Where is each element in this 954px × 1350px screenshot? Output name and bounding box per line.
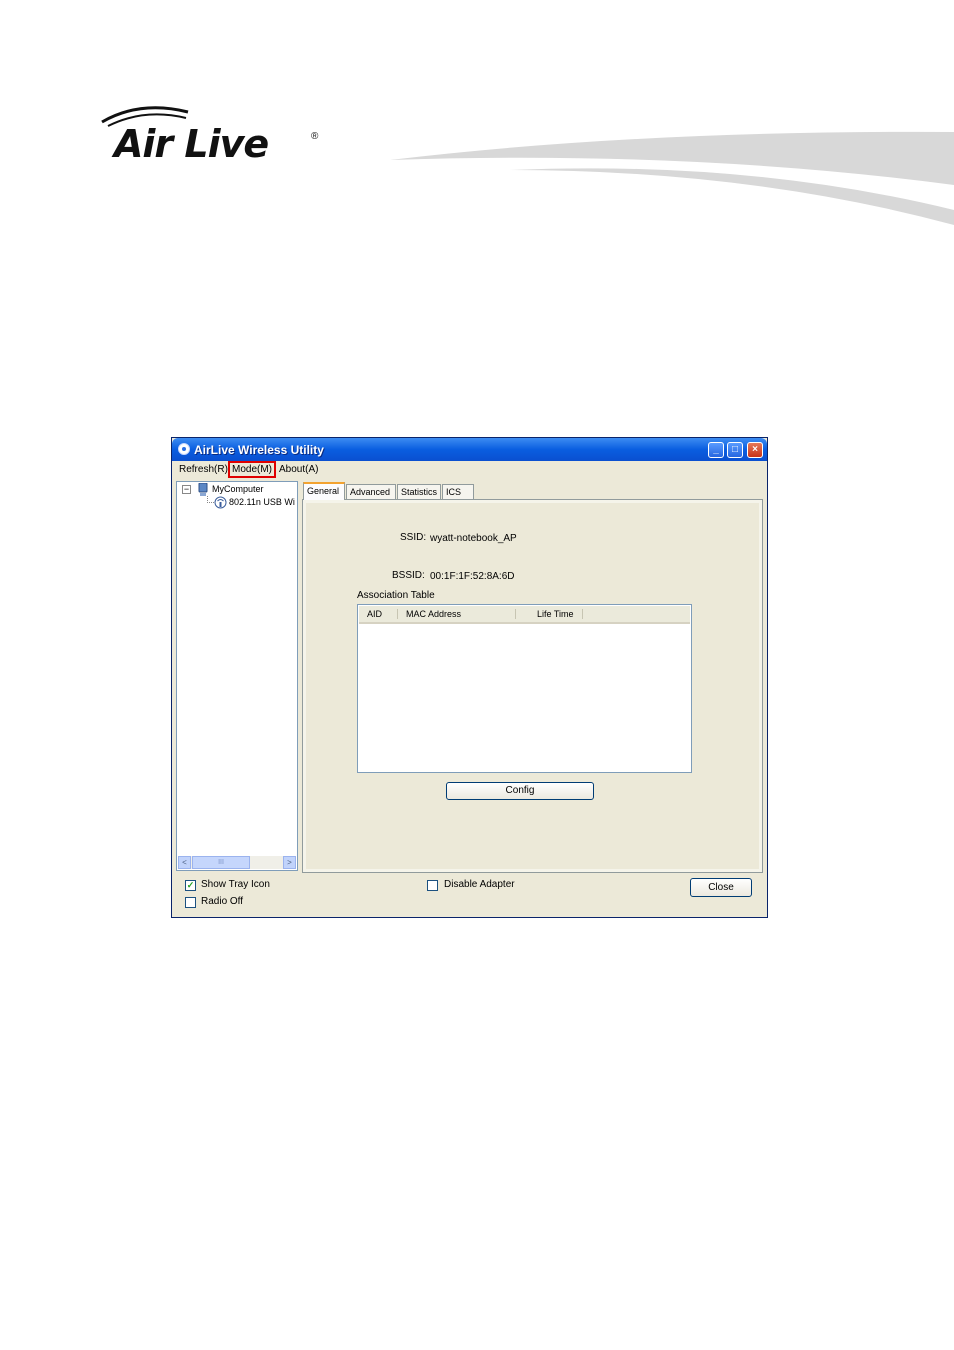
column-divider[interactable] — [582, 609, 583, 619]
tab-general[interactable]: General — [303, 482, 345, 500]
close-button[interactable]: Close — [690, 878, 752, 897]
tree-item-adapter[interactable]: 802.11n USB Wireless LAN Card — [229, 497, 295, 507]
scroll-left-icon[interactable]: < — [178, 856, 191, 869]
tree-connector-h — [207, 502, 214, 504]
bssid-label: BSSID: — [392, 570, 425, 581]
column-life-time[interactable]: Life Time — [537, 609, 574, 619]
tab-statistics[interactable]: Statistics — [397, 484, 441, 499]
ssid-value: wyatt-notebook_AP — [430, 533, 517, 544]
maximize-button[interactable]: □ — [727, 442, 743, 458]
column-divider[interactable] — [515, 609, 516, 619]
tab-ics[interactable]: ICS — [442, 484, 474, 499]
scroll-right-icon[interactable]: > — [283, 856, 296, 869]
header-swoosh-icon — [390, 131, 954, 225]
menu-refresh[interactable]: Refresh(R) — [176, 463, 231, 476]
tree-horizontal-scrollbar[interactable]: < III > — [178, 856, 296, 869]
menu-mode[interactable]: Mode(M) — [228, 461, 277, 478]
association-table[interactable]: AID MAC Address Life Time — [357, 604, 692, 773]
disable-adapter-checkbox[interactable] — [427, 880, 438, 891]
airlive-utility-window: AirLive Wireless Utility _ □ × Refresh(R… — [171, 437, 768, 918]
show-tray-icon-label[interactable]: Show Tray Icon — [201, 879, 270, 890]
column-aid[interactable]: AID — [367, 609, 382, 619]
registered-mark: ® — [311, 131, 319, 142]
title-bar[interactable]: AirLive Wireless Utility _ □ × — [172, 438, 767, 461]
config-button[interactable]: Config — [446, 782, 594, 800]
window-title: AirLive Wireless Utility — [194, 443, 324, 457]
computer-icon — [198, 483, 208, 496]
column-divider[interactable] — [397, 609, 398, 619]
ssid-label: SSID: — [400, 532, 427, 543]
app-icon — [178, 443, 190, 455]
disable-adapter-label[interactable]: Disable Adapter — [444, 879, 515, 890]
tree-collapse-toggle[interactable]: − — [182, 485, 191, 494]
radio-off-label[interactable]: Radio Off — [201, 896, 243, 907]
menu-bar: Refresh(R) Mode(M) About(A) — [172, 461, 767, 479]
general-tab-panel: SSID: wyatt-notebook_AP BSSID: 00:1F:1F:… — [302, 499, 763, 873]
logo-text: Air Live — [114, 122, 269, 166]
menu-about[interactable]: About(A) — [276, 463, 321, 476]
general-content: SSID: wyatt-notebook_AP BSSID: 00:1F:1F:… — [306, 503, 759, 869]
device-tree: − MyComputer 802.11n USB Wireless LAN Ca… — [176, 481, 298, 871]
tree-item-mycomputer[interactable]: MyComputer — [212, 484, 264, 494]
show-tray-icon-checkbox[interactable]: ✓ — [185, 880, 196, 891]
wireless-adapter-icon — [214, 496, 227, 509]
bssid-value: 00:1F:1F:52:8A:6D — [430, 571, 515, 582]
scroll-thumb[interactable]: III — [192, 856, 250, 869]
minimize-button[interactable]: _ — [708, 442, 724, 458]
airlive-logo: Air Live ® — [100, 100, 330, 170]
tab-advanced[interactable]: Advanced — [346, 484, 396, 499]
association-table-label: Association Table — [357, 590, 435, 601]
column-mac-address[interactable]: MAC Address — [406, 609, 461, 619]
association-table-header: AID MAC Address Life Time — [359, 606, 690, 624]
radio-off-checkbox[interactable] — [185, 897, 196, 908]
close-window-button[interactable]: × — [747, 442, 763, 458]
